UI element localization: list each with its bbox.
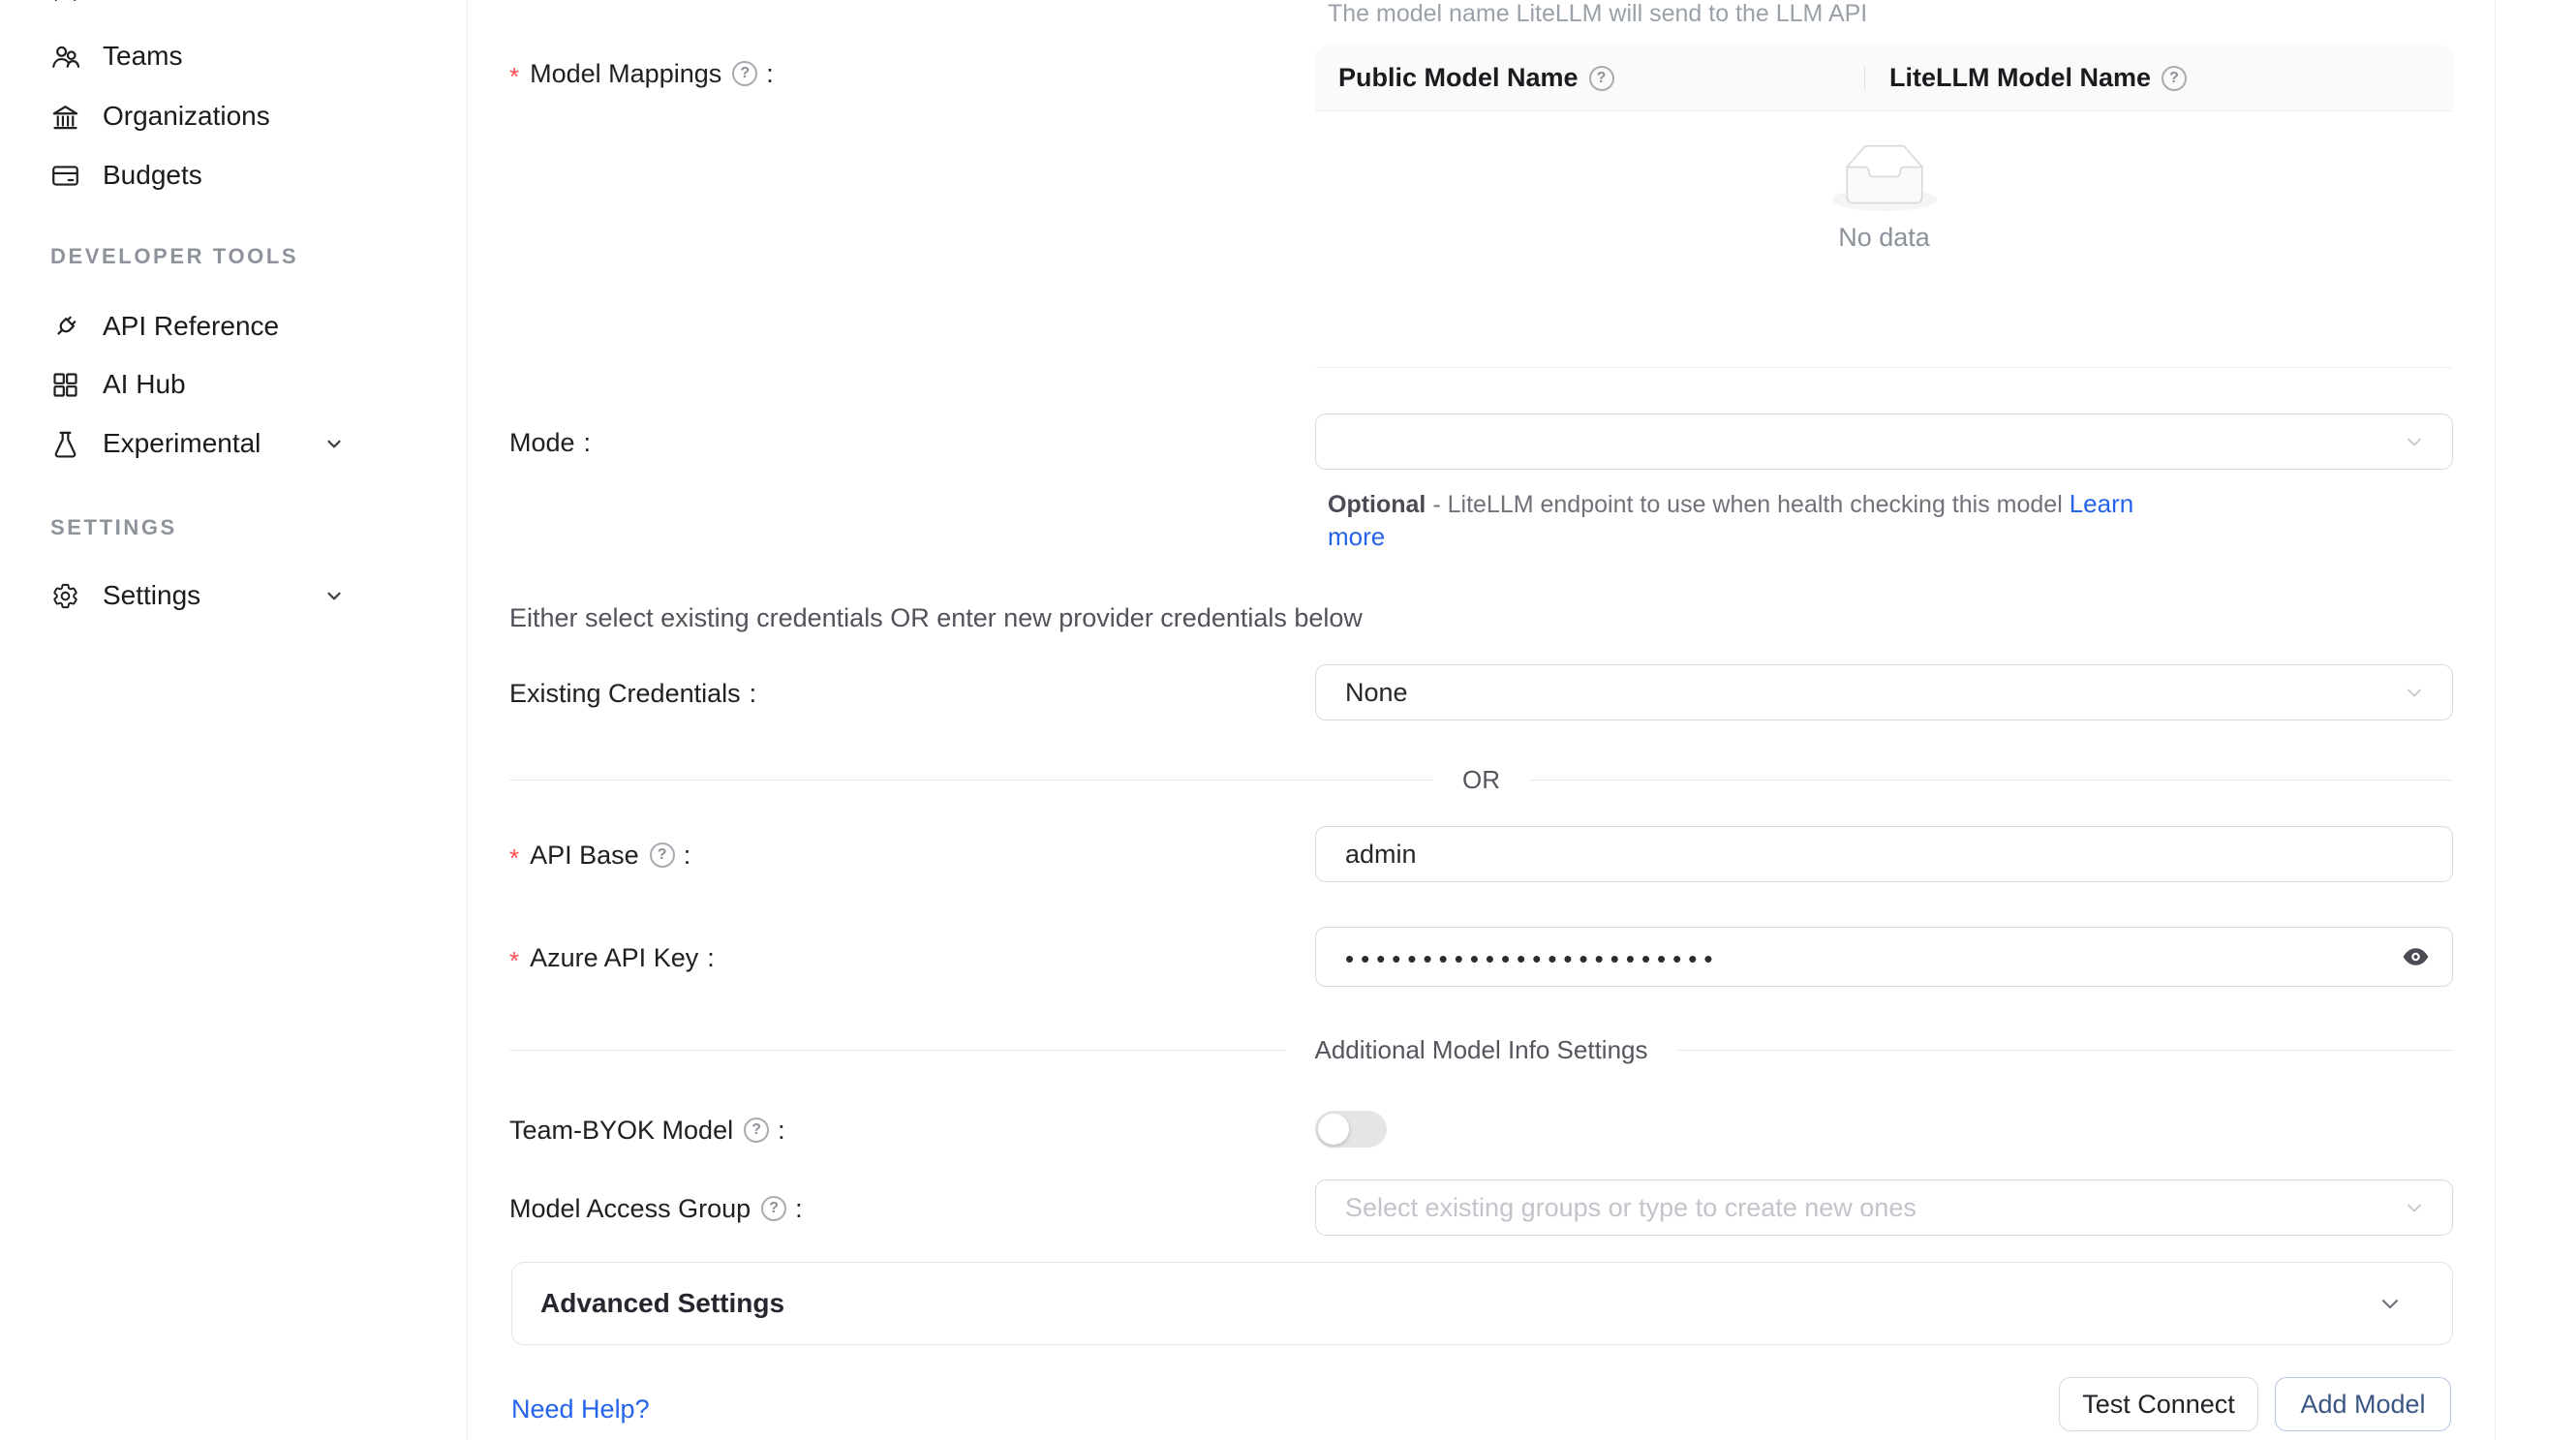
mode-select[interactable] <box>1315 414 2453 470</box>
sidebar-section-developer-tools: DEVELOPER TOOLS <box>50 244 298 269</box>
table-header-row: Public Model Name ? LiteLLM Model Name ? <box>1315 46 2453 111</box>
sidebar-item-label: Internal Users <box>103 0 271 5</box>
sidebar-item-label: Teams <box>103 41 182 72</box>
model-access-group-select[interactable]: Select existing groups or type to create… <box>1315 1180 2453 1236</box>
divider-line <box>509 1050 1286 1051</box>
help-icon[interactable]: ? <box>650 843 675 868</box>
sidebar-section-settings: SETTINGS <box>50 515 177 540</box>
sidebar-item-organizations[interactable]: Organizations <box>0 86 426 146</box>
chevron-down-icon <box>323 433 345 454</box>
azure-api-key-label: * Azure API Key : <box>509 942 715 973</box>
team-byok-toggle[interactable] <box>1315 1111 1387 1148</box>
sidebar-item-label: Organizations <box>103 101 270 132</box>
column-header-public-model-name: Public Model Name ? <box>1315 63 1864 93</box>
test-connect-button[interactable]: Test Connect <box>2059 1377 2258 1431</box>
existing-credentials-value: None <box>1345 678 1408 708</box>
plug-icon <box>50 312 80 342</box>
flask-icon <box>50 429 80 459</box>
api-base-input[interactable] <box>1315 826 2453 882</box>
help-icon[interactable]: ? <box>744 1118 769 1143</box>
api-base-label: * API Base ? : <box>509 840 690 871</box>
sidebar-item-label: Settings <box>103 580 200 611</box>
gear-icon <box>50 581 80 611</box>
model-mappings-table: Public Model Name ? LiteLLM Model Name ? <box>1315 46 2453 368</box>
help-icon[interactable]: ? <box>2162 66 2187 91</box>
sidebar-item-ai-hub[interactable]: AI Hub <box>0 354 426 414</box>
empty-state: No data <box>1832 144 1937 253</box>
model-name-hint: The model name LiteLLM will send to the … <box>1328 0 1867 28</box>
sidebar-item-teams[interactable]: Teams <box>0 26 426 86</box>
toggle-knob <box>1318 1114 1349 1145</box>
empty-inbox-icon <box>1832 144 1937 211</box>
mode-label: Mode : <box>509 427 591 458</box>
sidebar: Internal Users Teams Organizations Budge… <box>0 0 468 1440</box>
additional-info-divider: Additional Model Info Settings <box>509 1033 2453 1066</box>
sidebar-item-label: Budgets <box>103 160 202 191</box>
sidebar-item-label: Experimental <box>103 428 261 459</box>
chevron-down-icon <box>2377 1290 2404 1317</box>
chevron-down-icon <box>2403 430 2426 453</box>
help-icon[interactable]: ? <box>732 61 757 86</box>
credit-card-icon <box>50 161 80 191</box>
sidebar-item-budgets[interactable]: Budgets <box>0 145 426 205</box>
bank-icon <box>50 102 80 132</box>
model-access-group-label: Model Access Group ? : <box>509 1193 803 1224</box>
existing-credentials-label: Existing Credentials : <box>509 678 756 709</box>
add-model-page: Internal Users Teams Organizations Budge… <box>0 0 2576 1440</box>
or-divider: OR <box>509 763 2453 796</box>
add-model-button[interactable]: Add Model <box>2275 1377 2451 1431</box>
help-icon[interactable]: ? <box>1589 66 1614 91</box>
content-right-border <box>2495 0 2496 1440</box>
divider-line <box>1529 780 2453 781</box>
grid-icon <box>50 370 80 400</box>
advanced-settings-label: Advanced Settings <box>540 1288 784 1319</box>
sidebar-item-internal-users[interactable]: Internal Users <box>0 0 426 19</box>
sidebar-item-settings[interactable]: Settings <box>0 566 426 626</box>
eye-icon-glyph <box>2401 942 2431 972</box>
model-access-group-placeholder: Select existing groups or type to create… <box>1345 1193 1917 1223</box>
divider-line <box>1677 1050 2454 1051</box>
model-mappings-label: * Model Mappings ? : <box>509 58 774 89</box>
required-asterisk: * <box>509 62 519 92</box>
azure-api-key-input[interactable]: •••••••••••••••••••••••• <box>1315 927 2453 987</box>
required-asterisk: * <box>509 843 519 873</box>
sidebar-item-label: API Reference <box>103 311 279 342</box>
user-icon <box>50 0 80 5</box>
need-help-link[interactable]: Need Help? <box>511 1394 650 1425</box>
masked-password-value: •••••••••••••••••••••••• <box>1345 940 1719 974</box>
credentials-note: Either select existing credentials OR en… <box>509 603 1363 633</box>
team-icon <box>50 42 80 72</box>
chevron-down-icon <box>2403 681 2426 704</box>
eye-icon[interactable] <box>2401 942 2431 972</box>
help-icon[interactable]: ? <box>761 1196 786 1221</box>
mode-helper-text: Optional - LiteLLM endpoint to use when … <box>1328 488 2146 554</box>
sidebar-item-experimental[interactable]: Experimental <box>0 414 426 474</box>
divider-line <box>509 780 1433 781</box>
column-header-litellm-model-name: LiteLLM Model Name ? <box>1864 63 2187 93</box>
required-asterisk: * <box>509 946 519 976</box>
sidebar-item-api-reference[interactable]: API Reference <box>0 296 426 356</box>
chevron-down-icon <box>2403 1196 2426 1219</box>
empty-state-text: No data <box>1838 223 1930 253</box>
existing-credentials-select[interactable]: None <box>1315 664 2453 720</box>
advanced-settings-panel[interactable]: Advanced Settings <box>511 1262 2453 1345</box>
chevron-down-icon <box>323 585 345 606</box>
sidebar-item-label: AI Hub <box>103 369 186 400</box>
team-byok-label: Team-BYOK Model ? : <box>509 1115 785 1146</box>
table-empty-body: No data <box>1315 111 2453 368</box>
column-divider <box>1864 66 1865 91</box>
